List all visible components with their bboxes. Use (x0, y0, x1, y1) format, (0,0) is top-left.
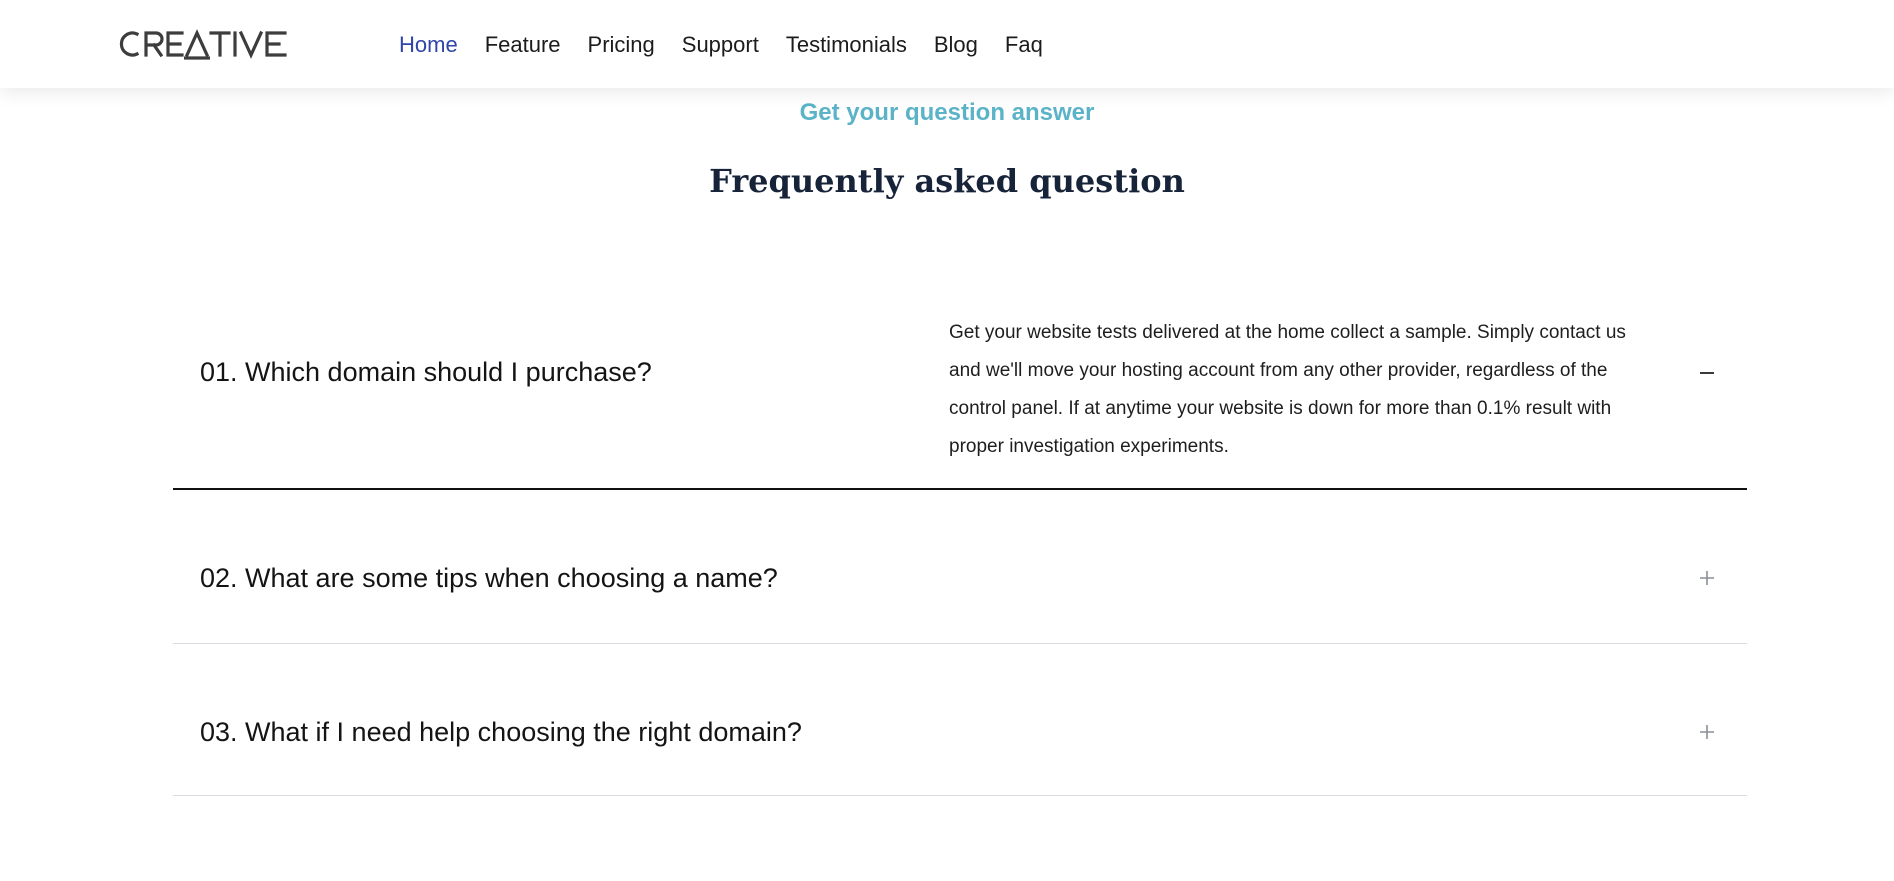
minus-icon[interactable] (1697, 362, 1717, 382)
nav-home[interactable]: Home (399, 30, 458, 60)
nav-support[interactable]: Support (682, 30, 759, 60)
faq-item-3[interactable]: 03. What if I need help choosing the rig… (173, 644, 1747, 796)
faq-question[interactable]: 03. What if I need help choosing the rig… (200, 714, 802, 750)
main-nav: Home Feature Pricing Support Testimonial… (399, 30, 1070, 60)
faq-question[interactable]: 01. Which domain should I purchase? (200, 354, 652, 390)
nav-blog[interactable]: Blog (934, 30, 978, 60)
nav-testimonials[interactable]: Testimonials (786, 30, 907, 60)
faq-item-1[interactable]: 01. Which domain should I purchase? Get … (173, 300, 1747, 490)
plus-icon[interactable] (1697, 568, 1717, 588)
nav-pricing[interactable]: Pricing (588, 30, 655, 60)
nav-faq[interactable]: Faq (1005, 30, 1043, 60)
faq-answer: Get your website tests delivered at the … (949, 322, 1626, 457)
faq-accordion: 01. Which domain should I purchase? Get … (173, 300, 1747, 796)
faq-item-2[interactable]: 02. What are some tips when choosing a n… (173, 490, 1747, 644)
plus-icon[interactable] (1697, 722, 1717, 742)
nav-feature[interactable]: Feature (485, 30, 561, 60)
creative-logo[interactable] (118, 28, 292, 60)
faq-question[interactable]: 02. What are some tips when choosing a n… (200, 560, 778, 596)
faq-title: Frequently asked question (709, 162, 1185, 200)
logo-wordmark (119, 29, 287, 60)
faq-eyebrow: Get your question answer (799, 99, 1095, 126)
site-header: Home Feature Pricing Support Testimonial… (0, 0, 1894, 88)
